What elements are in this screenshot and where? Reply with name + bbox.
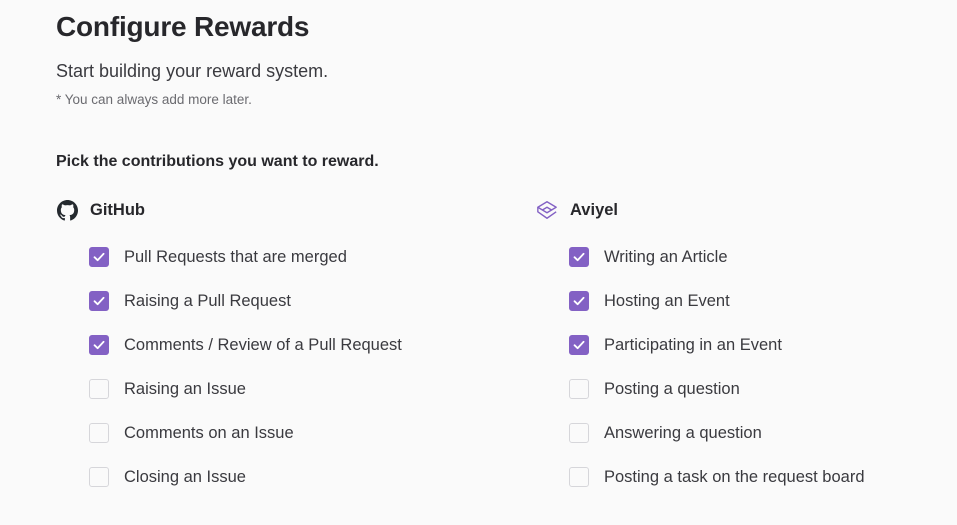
github-section-title: GitHub: [90, 200, 145, 219]
page-subtitle: Start building your reward system.: [56, 61, 329, 81]
checkbox[interactable]: [89, 291, 109, 311]
checkbox[interactable]: [569, 467, 589, 487]
checkbox-label: Raising a Pull Request: [124, 291, 291, 310]
list-item[interactable]: Comments / Review of a Pull Request: [89, 334, 402, 356]
list-item[interactable]: Raising a Pull Request: [89, 290, 402, 312]
checkbox[interactable]: [89, 247, 109, 267]
checkbox[interactable]: [89, 467, 109, 487]
configure-rewards-page: Configure Rewards Start building your re…: [0, 0, 957, 525]
checkbox-label: Answering a question: [604, 423, 762, 442]
checkbox-label: Posting a question: [604, 379, 740, 398]
checkbox-label: Closing an Issue: [124, 467, 246, 486]
github-icon: [56, 199, 78, 221]
check-icon: [93, 296, 105, 306]
github-section: GitHub Pull Requests that are merged Rai…: [56, 198, 402, 487]
section-prompt: Pick the contributions you want to rewar…: [56, 153, 379, 170]
checkbox-label: Posting a task on the request board: [604, 467, 865, 486]
checkbox-label: Comments / Review of a Pull Request: [124, 335, 402, 354]
checkbox[interactable]: [89, 423, 109, 443]
checkbox-label: Participating in an Event: [604, 335, 782, 354]
checkbox[interactable]: [569, 247, 589, 267]
list-item[interactable]: Pull Requests that are merged: [89, 246, 402, 268]
list-item[interactable]: Closing an Issue: [89, 466, 402, 488]
list-item[interactable]: Participating in an Event: [569, 334, 865, 356]
github-contribution-list: Pull Requests that are merged Raising a …: [89, 246, 402, 510]
list-item[interactable]: Hosting an Event: [569, 290, 865, 312]
checkbox[interactable]: [89, 335, 109, 355]
check-icon: [573, 296, 585, 306]
list-item[interactable]: Answering a question: [569, 422, 865, 444]
checkbox-label: Raising an Issue: [124, 379, 246, 398]
page-note: * You can always add more later.: [56, 92, 252, 107]
checkbox[interactable]: [569, 291, 589, 311]
check-icon: [573, 252, 585, 262]
list-item[interactable]: Comments on an Issue: [89, 422, 402, 444]
check-icon: [573, 340, 585, 350]
list-item[interactable]: Posting a question: [569, 378, 865, 400]
aviyel-logo-icon: [536, 199, 558, 221]
checkbox-label: Writing an Article: [604, 247, 728, 266]
check-icon: [93, 252, 105, 262]
checkbox-label: Comments on an Issue: [124, 423, 294, 442]
aviyel-section: Aviyel Writing an Article Hosting an Eve…: [536, 198, 865, 487]
checkbox[interactable]: [569, 423, 589, 443]
list-item[interactable]: Writing an Article: [569, 246, 865, 268]
aviyel-section-title: Aviyel: [570, 200, 619, 219]
github-section-header: GitHub: [56, 198, 145, 222]
checkbox[interactable]: [89, 379, 109, 399]
checkbox[interactable]: [569, 335, 589, 355]
checkbox-label: Pull Requests that are merged: [124, 247, 347, 266]
aviyel-contribution-list: Writing an Article Hosting an Event Part…: [569, 246, 865, 510]
page-title: Configure Rewards: [56, 11, 310, 42]
aviyel-section-header: Aviyel: [536, 198, 618, 222]
list-item[interactable]: Raising an Issue: [89, 378, 402, 400]
checkbox[interactable]: [569, 379, 589, 399]
check-icon: [93, 340, 105, 350]
checkbox-label: Hosting an Event: [604, 291, 730, 310]
list-item[interactable]: Posting a task on the request board: [569, 466, 865, 488]
